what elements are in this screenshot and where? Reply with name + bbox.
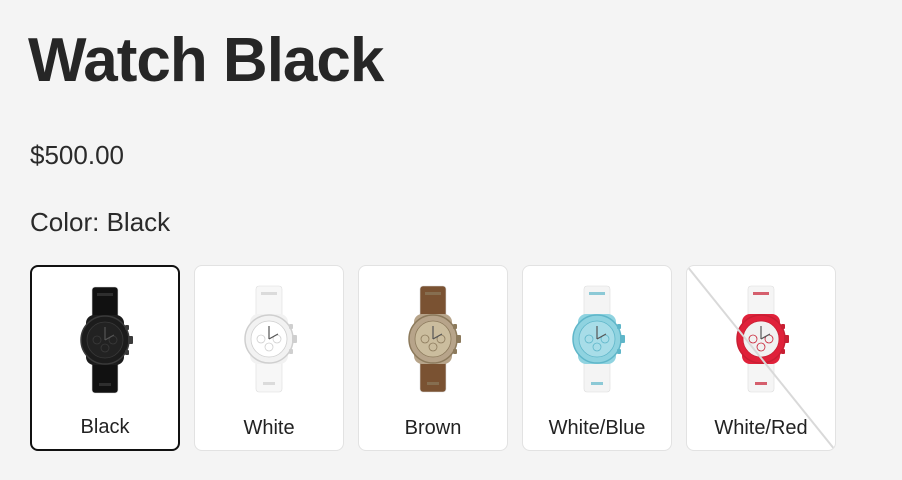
swatch-label: White/Blue (548, 417, 646, 439)
swatch-label: White/Red (714, 417, 808, 439)
watch-image (359, 284, 507, 394)
swatch-label: White (243, 417, 295, 439)
swatch-label: Black (80, 416, 130, 438)
swatch-black[interactable]: Black (30, 265, 180, 451)
product-title: Watch Black (28, 26, 384, 95)
watch-image (195, 284, 343, 394)
color-label: Color: (30, 207, 100, 237)
swatch-label: Brown (404, 417, 462, 439)
product-price: $500.00 (30, 140, 124, 170)
watch-image (32, 285, 178, 395)
color-swatch-list: Black White Brown White/Blue White/Red (30, 265, 836, 451)
swatch-brown[interactable]: Brown (358, 265, 508, 451)
swatch-white-blue[interactable]: White/Blue (522, 265, 672, 451)
color-selection-label: Color: Black (30, 207, 170, 238)
selected-color-value: Black (106, 207, 171, 237)
swatch-white-red[interactable]: White/Red (686, 265, 836, 451)
watch-image (523, 284, 671, 394)
swatch-white[interactable]: White (194, 265, 344, 451)
watch-image (687, 284, 835, 394)
